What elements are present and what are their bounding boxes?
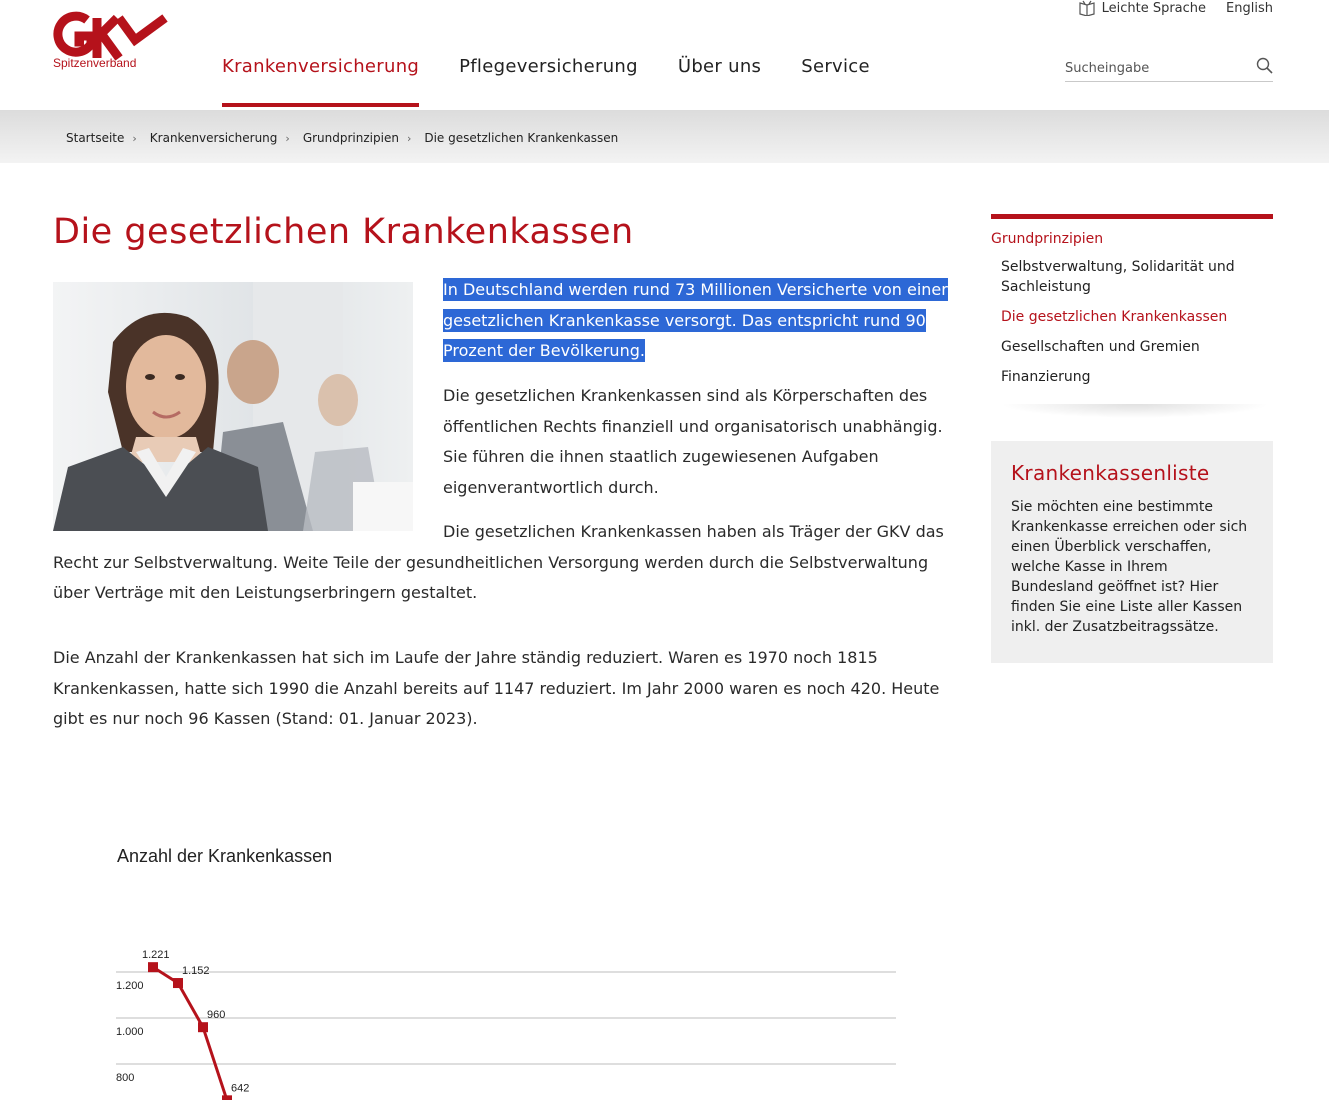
paragraph-1: Die gesetzlichen Krankenkassen sind als … [443,386,943,497]
sidebar-navigation: Grundprinzipien Selbstverwaltung, Solida… [991,214,1273,397]
breadcrumb-bar: Startseite › Krankenversicherung › Grundpr… [0,110,1329,163]
main-navigation: Krankenversicherung Pflegeversicherung Ü… [222,56,910,107]
line-chart: 1.2001.0008001.2211.152960642554 [116,949,896,1100]
y-tick-label: 1.000 [116,1026,144,1038]
nav-krankenversicherung[interactable]: Krankenversicherung [222,56,420,107]
breadcrumb: Startseite › Krankenversicherung › Grundpr… [66,131,631,145]
y-tick-label: 800 [116,1072,134,1084]
breadcrumb-item[interactable]: Krankenversicherung › [150,131,290,145]
data-point [173,978,183,989]
data-point [148,962,158,973]
data-point [198,1022,208,1033]
teaser-title[interactable]: Krankenkassenliste [1011,461,1253,485]
data-point [222,1095,232,1100]
chevron-right-icon: › [406,131,412,145]
data-label: 642 [231,1082,249,1094]
breadcrumb-label: Startseite [66,131,125,145]
nav-pflegeversicherung[interactable]: Pflegeversicherung [459,56,638,107]
utility-links: Leichte Sprache English [1078,0,1273,16]
data-label: 960 [207,1009,225,1021]
lead-text: In Deutschland werden rund 73 Millionen … [443,278,948,362]
search-box [1065,56,1273,82]
logo-subtitle: Spitzenverband [53,56,137,70]
english-link[interactable]: English [1226,1,1273,16]
sidebar-shadow [1000,404,1270,418]
sidebar-item-gesetzliche-krankenkassen[interactable]: Die gesetzlichen Krankenkassen [991,307,1273,327]
series-line [152,965,229,1100]
breadcrumb-label: Krankenversicherung [149,131,278,145]
nav-ueber-uns[interactable]: Über uns [678,56,761,107]
sidebar-item-gesellschaften[interactable]: Gesellschaften und Gremien [991,337,1273,357]
y-tick-label: 1.200 [116,980,144,992]
data-label: 1.221 [142,949,170,961]
book-icon [1078,0,1095,16]
leichte-sprache-link[interactable]: Leichte Sprache [1078,0,1206,16]
breadcrumb-item[interactable]: Startseite › [66,131,137,145]
chevron-right-icon: › [132,131,137,145]
chevron-right-icon: › [285,131,290,145]
page-title: Die gesetzlichen Krankenkassen [53,212,634,252]
leichte-sprache-label: Leichte Sprache [1101,0,1207,16]
sidebar-item-finanzierung[interactable]: Finanzierung [991,367,1273,387]
teaser-text: Sie möchten eine bestimmte Kran­ken­kass… [1011,499,1248,635]
sidebar-item-selbstverwaltung[interactable]: Selbstverwaltung, Solidarität und Sachle… [991,257,1273,297]
paragraph-2: Die gesetzlichen Krankenkassen haben als… [53,522,944,602]
site-header: Spitzenverband Leichte Sprache English K… [0,0,1329,110]
lead-text-selected[interactable]: In Deutschland werden rund 73 Millionen … [443,275,963,367]
portrait-image [53,282,413,531]
paragraph-3: Die Anzahl der Krankenkassen hat sich im… [53,648,940,728]
breadcrumb-item[interactable]: Grundprinzipien › [303,131,412,145]
breadcrumb-current: Die gesetzlichen Krankenkassen [424,131,618,145]
search-icon[interactable] [1256,57,1273,74]
chart-title: Anzahl der Krankenkassen [117,846,333,866]
article-photo [53,282,413,531]
breadcrumb-label: Grundprinzipien [302,131,399,145]
breadcrumb-label: Die gesetzlichen Krankenkassen [424,131,619,145]
sidebar-heading[interactable]: Grundprinzipien [991,231,1273,247]
nav-service[interactable]: Service [801,56,870,107]
data-label: 1.152 [182,965,210,977]
search-input[interactable] [1065,61,1245,76]
krankenkassenliste-teaser[interactable]: Krankenkassenliste Sie möchten eine best… [991,441,1273,663]
